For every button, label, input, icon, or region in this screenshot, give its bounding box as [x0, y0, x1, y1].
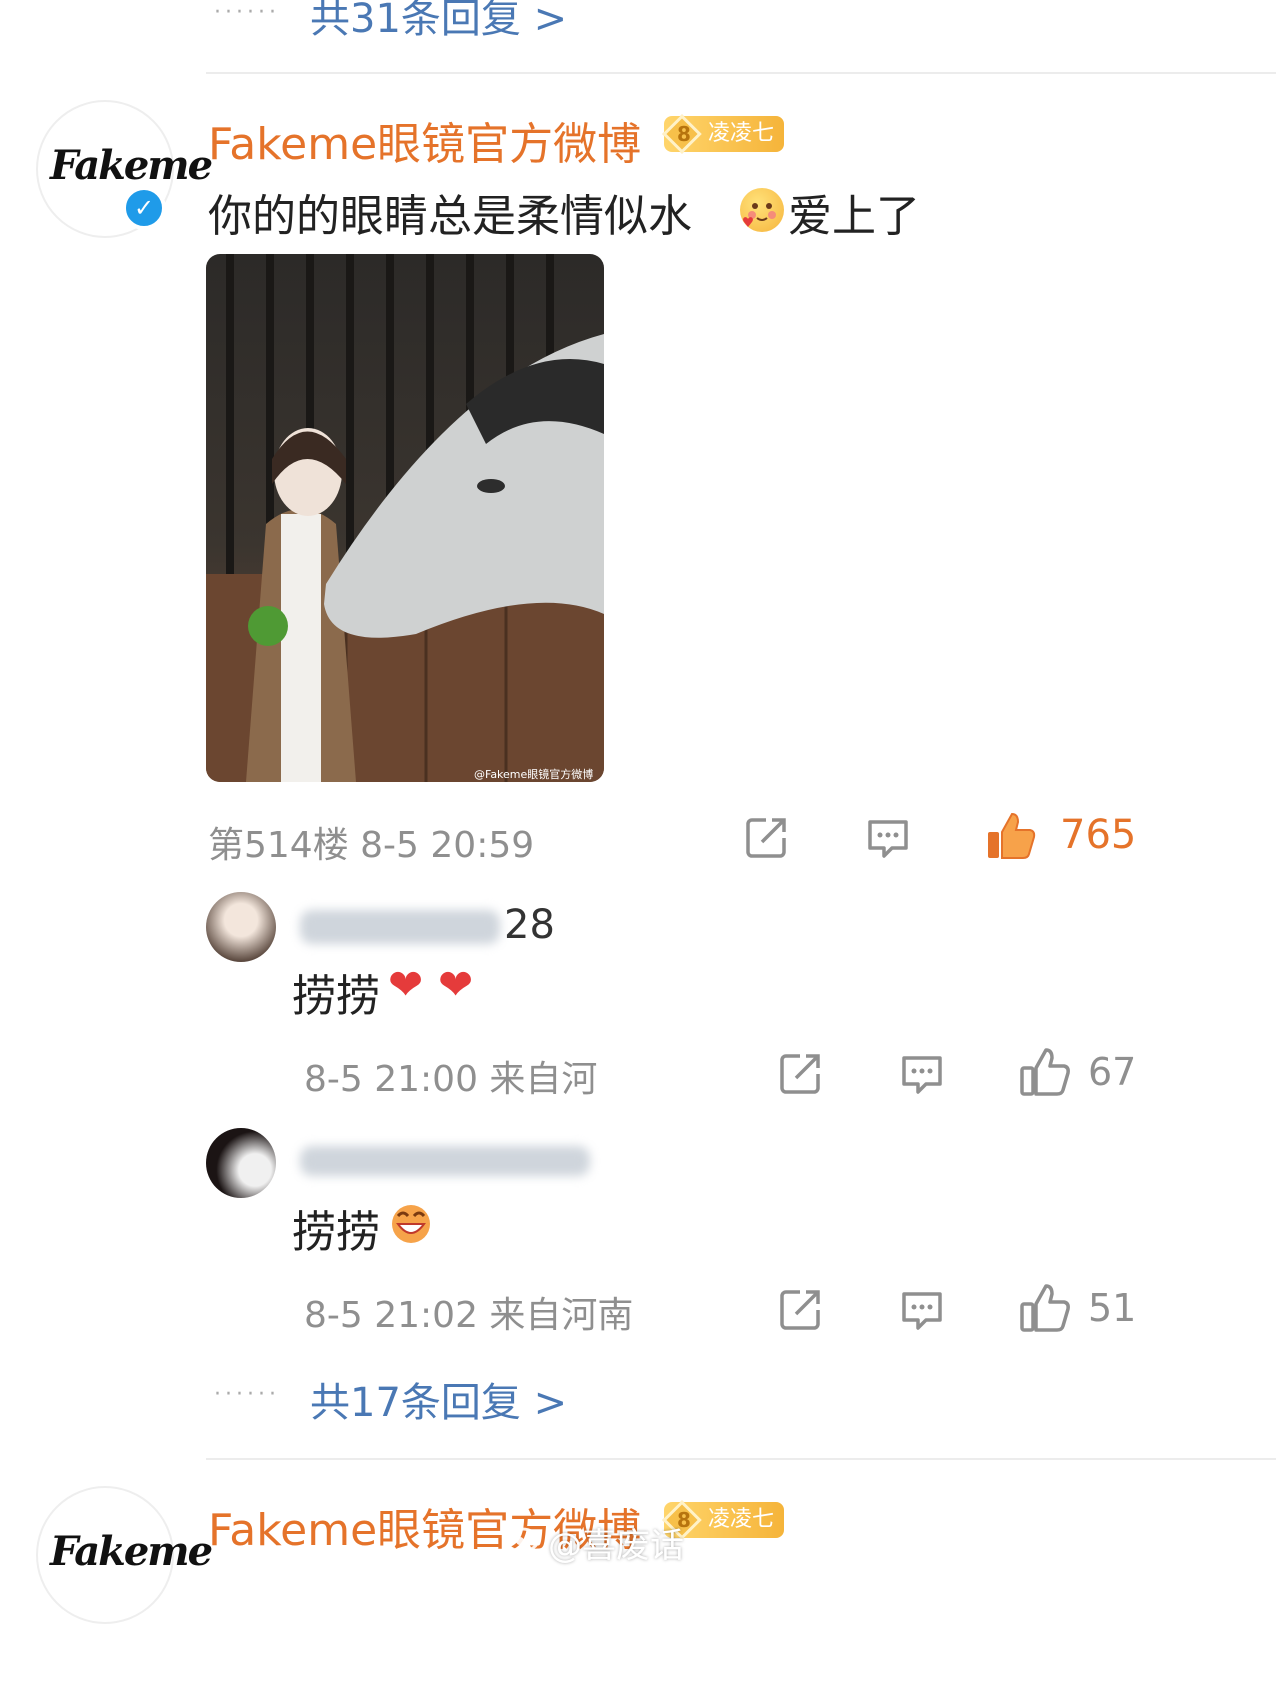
reply-text: 捞捞 — [292, 971, 380, 1022]
heart-icon: ❤ — [438, 960, 474, 1009]
comment-text-suffix: 爱上了 — [788, 191, 920, 242]
level-badge: 凌凌七 8 — [660, 1500, 860, 1540]
share-icon[interactable] — [778, 1050, 824, 1100]
username[interactable]: Fakeme眼镜官方微博 — [208, 108, 641, 172]
view-replies-link[interactable]: 共31条回复 > — [310, 0, 567, 44]
avatar[interactable] — [206, 1128, 276, 1198]
divider — [206, 72, 1276, 74]
reply-text: 捞捞 — [292, 1207, 380, 1258]
like-icon-active[interactable] — [984, 810, 1038, 866]
comment-text: 你的的眼睛总是柔情似水 — [208, 191, 692, 242]
more-dots: ······ — [214, 0, 280, 25]
attached-photo[interactable]: @Fakeme眼镜官方微博 — [206, 254, 604, 782]
redacted-username — [300, 910, 500, 944]
verified-icon: ✓ — [122, 186, 166, 230]
comment-icon[interactable] — [864, 816, 912, 866]
share-icon[interactable] — [778, 1286, 824, 1336]
image-watermark: @Fakeme眼镜官方微博 — [474, 768, 594, 781]
comment-icon[interactable] — [898, 1052, 946, 1102]
level-badge: 凌凌七 8 — [660, 114, 860, 154]
avatar[interactable]: Fakeme — [36, 1486, 213, 1624]
username-partial[interactable]: 28 — [504, 902, 555, 948]
floor-and-time: 第514楼 8-5 20:59 — [208, 825, 535, 866]
watermark: @喜废话 — [548, 1526, 684, 1566]
more-dots: ······ — [214, 1382, 280, 1407]
like-icon[interactable] — [1018, 1046, 1072, 1102]
like-count: 51 — [1088, 1286, 1137, 1330]
view-replies-link[interactable]: 共17条回复 > — [310, 1370, 567, 1428]
avatar[interactable] — [206, 892, 276, 962]
weibo-logo-icon — [504, 1520, 544, 1558]
divider — [206, 1458, 1276, 1460]
share-icon[interactable] — [744, 814, 790, 864]
like-count: 67 — [1088, 1050, 1137, 1094]
brand-logo: Fakeme — [50, 1528, 213, 1575]
shy-face-emoji — [740, 188, 784, 232]
comment-icon[interactable] — [898, 1288, 946, 1338]
redacted-username — [300, 1146, 590, 1176]
like-count: 765 — [1060, 812, 1137, 858]
like-icon[interactable] — [1018, 1282, 1072, 1338]
heart-icon: ❤ — [388, 960, 424, 1009]
grin-face-emoji — [388, 1202, 434, 1250]
photo-scene — [206, 254, 604, 782]
reply-time-location: 8-5 21:02 来自河南 — [304, 1295, 634, 1336]
reply-time-location: 8-5 21:00 来自河 — [304, 1059, 598, 1100]
level-number: 8 — [677, 122, 691, 146]
brand-logo: Fakeme — [50, 142, 213, 189]
